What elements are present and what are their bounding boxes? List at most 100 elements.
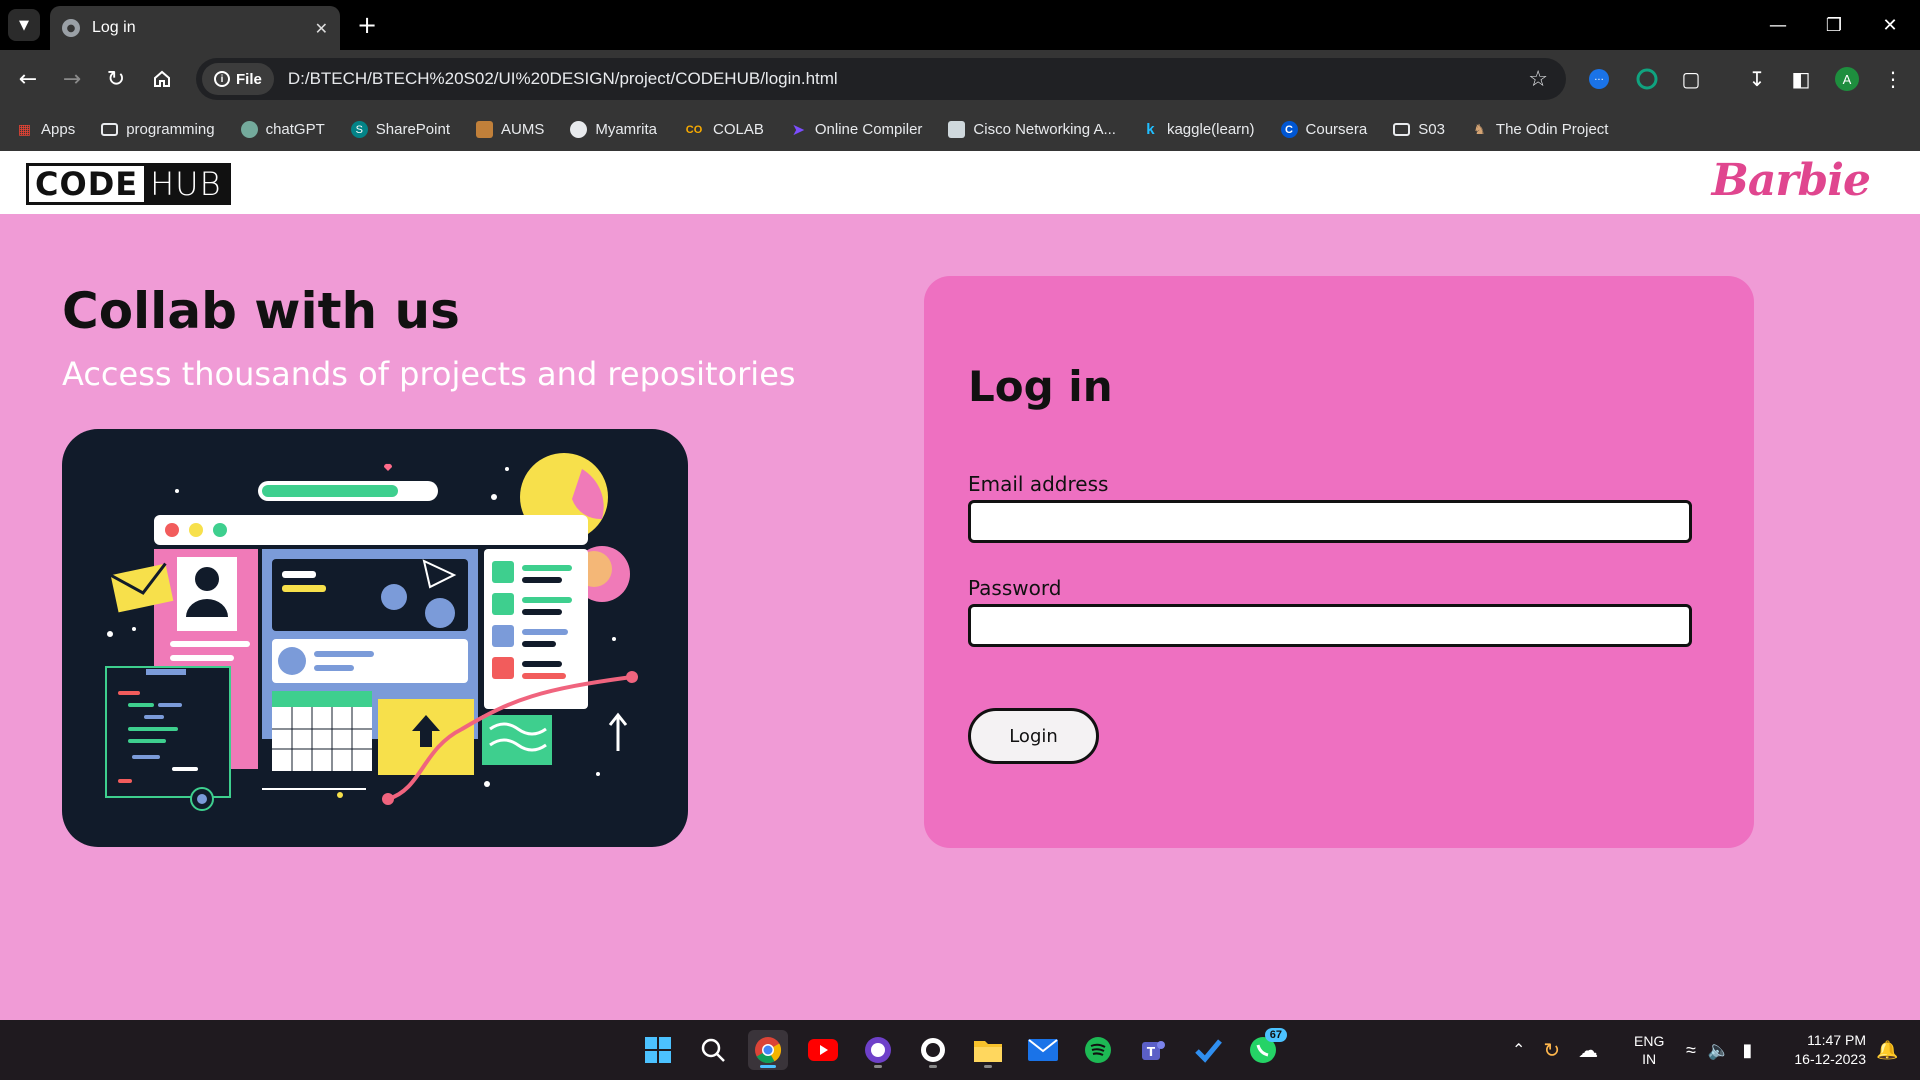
info-icon: i: [214, 71, 230, 87]
quick-settings[interactable]: ≈ 🔈 ▮: [1686, 1020, 1752, 1080]
odin-icon: ♞: [1473, 121, 1486, 137]
bookmark-sharepoint[interactable]: S SharePoint: [350, 121, 450, 138]
bookmark-chatgpt[interactable]: chatGPT: [240, 121, 325, 138]
windows-start-button[interactable]: [638, 1030, 678, 1070]
bookmark-odin-project[interactable]: ♞ The Odin Project: [1471, 121, 1609, 138]
bookmark-s03[interactable]: S03: [1393, 121, 1445, 138]
logo-hub-text: HUB: [144, 166, 228, 202]
bookmark-label: SharePoint: [375, 121, 450, 138]
clock[interactable]: 11:47 PM 16-12-2023: [1786, 1020, 1866, 1080]
email-field[interactable]: [968, 500, 1692, 543]
reload-icon: ↻: [106, 66, 126, 92]
login-button[interactable]: Login: [968, 708, 1099, 764]
side-panel-icon[interactable]: ◧: [1786, 64, 1816, 94]
hero-subtitle: Access thousands of projects and reposit…: [62, 355, 796, 393]
kebab-menu-icon[interactable]: ⋮: [1878, 64, 1908, 94]
folder-icon: [1393, 123, 1411, 136]
bookmark-coursera[interactable]: C Coursera: [1280, 121, 1367, 138]
extension-chat-icon[interactable]: ···: [1584, 64, 1614, 94]
browser-tabbar: ▼ ● Log in ✕ + — ❐ ✕: [0, 0, 1920, 50]
arrow-right-icon: →: [62, 66, 82, 92]
sync-icon[interactable]: ↻: [1543, 1038, 1560, 1063]
login-title: Log in: [968, 362, 1113, 411]
bookmark-label: kaggle(learn): [1166, 121, 1255, 138]
bookmark-label: S03: [1418, 121, 1445, 138]
bookmarks-bar: ▦ Apps programming chatGPT S SharePoint …: [0, 108, 1920, 151]
reload-button[interactable]: ↻: [100, 63, 132, 95]
bookmark-label: Myamrita: [595, 121, 657, 138]
bookmark-label: Cisco Networking A...: [973, 121, 1116, 138]
password-field[interactable]: [968, 604, 1692, 647]
language-indicator[interactable]: ENG IN: [1634, 1020, 1664, 1080]
taskbar-teams[interactable]: T: [1133, 1030, 1173, 1070]
bookmark-cisco[interactable]: Cisco Networking A...: [948, 121, 1116, 138]
bookmark-online-compiler[interactable]: ➤ Online Compiler: [790, 121, 923, 139]
github-octocat-icon: [921, 1038, 945, 1062]
chevron-down-icon: ▼: [19, 17, 29, 33]
github-icon: [865, 1037, 891, 1063]
site-info-button[interactable]: i File: [202, 63, 274, 95]
new-tab-button[interactable]: +: [352, 10, 382, 40]
taskbar-github[interactable]: [913, 1030, 953, 1070]
bookmark-apps[interactable]: ▦ Apps: [16, 121, 75, 138]
chatgpt-extension-icon[interactable]: [1632, 64, 1662, 94]
hero-title: Collab with us: [62, 282, 460, 340]
home-button[interactable]: [146, 63, 178, 95]
onedrive-cloud-icon[interactable]: ☁: [1578, 1038, 1598, 1063]
home-icon: [154, 70, 170, 87]
close-tab-icon[interactable]: ✕: [315, 19, 328, 38]
bookmark-colab[interactable]: CO COLAB: [683, 121, 764, 138]
bookmark-label: AUMS: [500, 121, 545, 138]
tab-title: Log in: [92, 19, 136, 36]
browser-toolbar: ← → ↻ i File D:/BTECH/BTECH%20S02/UI%20D…: [0, 50, 1920, 108]
language-code: ENG: [1634, 1033, 1665, 1049]
taskbar-youtube[interactable]: [803, 1030, 843, 1070]
forward-button[interactable]: →: [56, 63, 88, 95]
taskbar-todo[interactable]: [1188, 1030, 1228, 1070]
teams-icon: T: [1142, 1041, 1165, 1060]
back-button[interactable]: ←: [12, 63, 44, 95]
bookmark-kaggle[interactable]: k kaggle(learn): [1142, 121, 1255, 138]
svg-text:T: T: [1147, 1045, 1156, 1059]
windows-logo-icon: [645, 1037, 671, 1063]
tab-search-button[interactable]: ▼: [8, 9, 40, 41]
restore-button[interactable]: ❐: [1814, 10, 1854, 40]
clock-time: 11:47 PM: [1807, 1032, 1866, 1048]
apps-grid-icon: ▦: [17, 121, 32, 137]
codehub-logo[interactable]: CODE HUB: [26, 163, 231, 205]
site-header: CODE HUB Barbie: [0, 151, 1920, 214]
extensions-puzzle-icon[interactable]: ▢: [1676, 64, 1706, 94]
bookmark-label: The Odin Project: [1495, 121, 1609, 138]
compiler-icon: ➤: [791, 121, 806, 139]
bookmark-label: programming: [126, 121, 215, 138]
volume-icon: 🔈: [1707, 1039, 1731, 1060]
colab-icon: CO: [685, 123, 703, 136]
taskbar-mail[interactable]: [1023, 1030, 1063, 1070]
folder-icon: [101, 123, 119, 136]
browser-tab[interactable]: ● Log in ✕: [50, 6, 340, 50]
address-bar[interactable]: i File D:/BTECH/BTECH%20S02/UI%20DESIGN/…: [196, 58, 1566, 100]
taskbar-file-explorer[interactable]: [968, 1030, 1008, 1070]
bookmark-myamrita[interactable]: Myamrita: [570, 121, 657, 138]
folder-icon: [974, 1041, 1002, 1062]
downloads-icon[interactable]: ↧: [1742, 64, 1772, 94]
bookmark-star-icon[interactable]: ☆: [1528, 67, 1548, 92]
taskbar-chrome[interactable]: [748, 1030, 788, 1070]
checkmark-icon: [1195, 1039, 1222, 1063]
youtube-icon: [808, 1039, 838, 1061]
svg-text:···: ···: [1594, 75, 1604, 86]
taskbar-github-desktop[interactable]: [858, 1030, 898, 1070]
bookmark-aums[interactable]: AUMS: [475, 121, 545, 138]
chevron-up-icon[interactable]: ⌃: [1512, 1040, 1525, 1060]
taskbar-whatsapp[interactable]: 67: [1243, 1028, 1287, 1070]
url-text[interactable]: D:/BTECH/BTECH%20S02/UI%20DESIGN/project…: [288, 69, 1528, 89]
minimize-button[interactable]: —: [1758, 10, 1798, 40]
close-window-button[interactable]: ✕: [1870, 10, 1910, 40]
taskbar-spotify[interactable]: [1078, 1030, 1118, 1070]
profile-avatar[interactable]: A: [1832, 64, 1862, 94]
bookmark-programming[interactable]: programming: [101, 121, 215, 138]
taskbar-search-button[interactable]: [693, 1030, 733, 1070]
search-icon: [701, 1038, 725, 1062]
sharepoint-icon: S: [350, 121, 368, 138]
notification-bell-icon[interactable]: 🔔: [1876, 1020, 1898, 1080]
